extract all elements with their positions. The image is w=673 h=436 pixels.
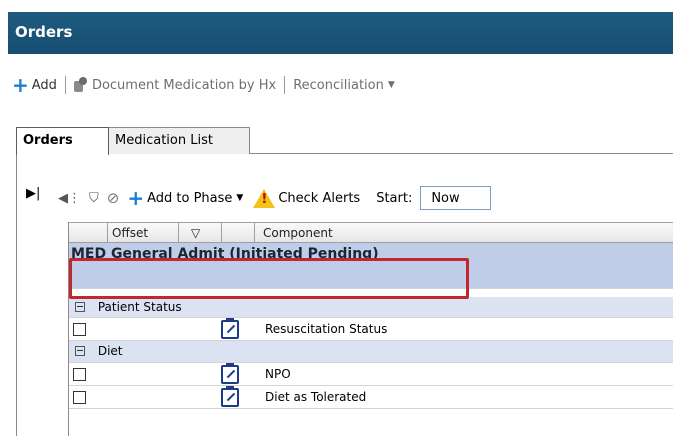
check-alerts-button[interactable]: Check Alerts bbox=[278, 191, 360, 206]
window-title: Orders bbox=[15, 23, 73, 41]
section-row-diet[interactable]: Diet bbox=[69, 341, 673, 363]
order-clipboard-icon bbox=[221, 363, 239, 384]
grid-header: Offset ▽ Component bbox=[69, 222, 673, 243]
order-clipboard-icon bbox=[221, 318, 239, 339]
toolbar-divider bbox=[64, 76, 66, 94]
chevron-down-icon[interactable]: ▼ bbox=[388, 80, 395, 90]
start-input[interactable]: Now bbox=[420, 186, 492, 210]
tab-label: Orders bbox=[23, 133, 73, 148]
order-clipboard-icon bbox=[221, 386, 239, 407]
row-checkbox[interactable] bbox=[73, 323, 86, 336]
phase-highlight-callout bbox=[69, 258, 469, 299]
reconciliation-dropdown[interactable]: Reconciliation bbox=[293, 78, 384, 93]
orders-inner-toolbar: ◀⋮ ⛉ ⊘ + Add to Phase ▼ Check Alerts Sta… bbox=[58, 186, 492, 210]
add-icon[interactable]: + bbox=[12, 75, 29, 95]
cancel-icon[interactable]: ⊘ bbox=[107, 189, 120, 207]
window-title-bar: Orders bbox=[8, 12, 673, 54]
icon-column-header[interactable] bbox=[222, 223, 255, 243]
row-checkbox[interactable] bbox=[73, 391, 86, 404]
add-button[interactable]: Add bbox=[32, 78, 57, 93]
filter-icon[interactable]: ⛉ bbox=[89, 191, 99, 206]
add-to-phase-button[interactable]: Add to Phase bbox=[147, 191, 232, 206]
component-name: Resuscitation Status bbox=[265, 322, 388, 336]
offset-column-header[interactable]: Offset bbox=[108, 223, 179, 243]
collapse-icon[interactable] bbox=[75, 346, 85, 356]
tab-label: Medication List bbox=[115, 133, 213, 148]
warning-icon[interactable] bbox=[253, 188, 276, 208]
orders-toolbar: + Add Document Medication by Hx Reconcil… bbox=[12, 73, 395, 97]
table-row[interactable]: Resuscitation Status bbox=[69, 318, 673, 341]
select-column-header[interactable] bbox=[69, 223, 108, 243]
expand-panel-icon[interactable]: ▶| bbox=[26, 186, 40, 201]
tab-medication-list[interactable]: Medication List bbox=[108, 127, 250, 154]
component-column-header[interactable]: Component bbox=[255, 223, 673, 243]
start-label: Start: bbox=[376, 190, 413, 206]
document-medication-button[interactable]: Document Medication by Hx bbox=[92, 78, 276, 93]
section-label: Patient Status bbox=[97, 300, 182, 314]
document-medication-icon[interactable] bbox=[73, 77, 88, 93]
row-checkbox[interactable] bbox=[73, 368, 86, 381]
orders-grid: Offset ▽ Component MED General Admit (In… bbox=[68, 222, 673, 436]
component-name: Diet as Tolerated bbox=[265, 390, 367, 404]
chevron-down-icon[interactable]: ▼ bbox=[236, 193, 243, 203]
toolbar-divider bbox=[284, 76, 286, 94]
table-row[interactable]: Diet as Tolerated bbox=[69, 386, 673, 409]
tab-strip: Orders Medication List bbox=[16, 117, 673, 155]
speaker-icon[interactable]: ◀⋮ bbox=[58, 191, 81, 206]
section-row-patient-status[interactable]: Patient Status bbox=[69, 297, 673, 318]
tab-orders[interactable]: Orders bbox=[16, 127, 109, 155]
add-to-phase-icon[interactable]: + bbox=[127, 188, 144, 208]
component-name: NPO bbox=[265, 367, 291, 381]
collapse-icon[interactable] bbox=[75, 302, 85, 312]
filter-column-header[interactable]: ▽ bbox=[179, 223, 222, 243]
section-label: Diet bbox=[97, 344, 123, 358]
table-row[interactable]: NPO bbox=[69, 363, 673, 386]
